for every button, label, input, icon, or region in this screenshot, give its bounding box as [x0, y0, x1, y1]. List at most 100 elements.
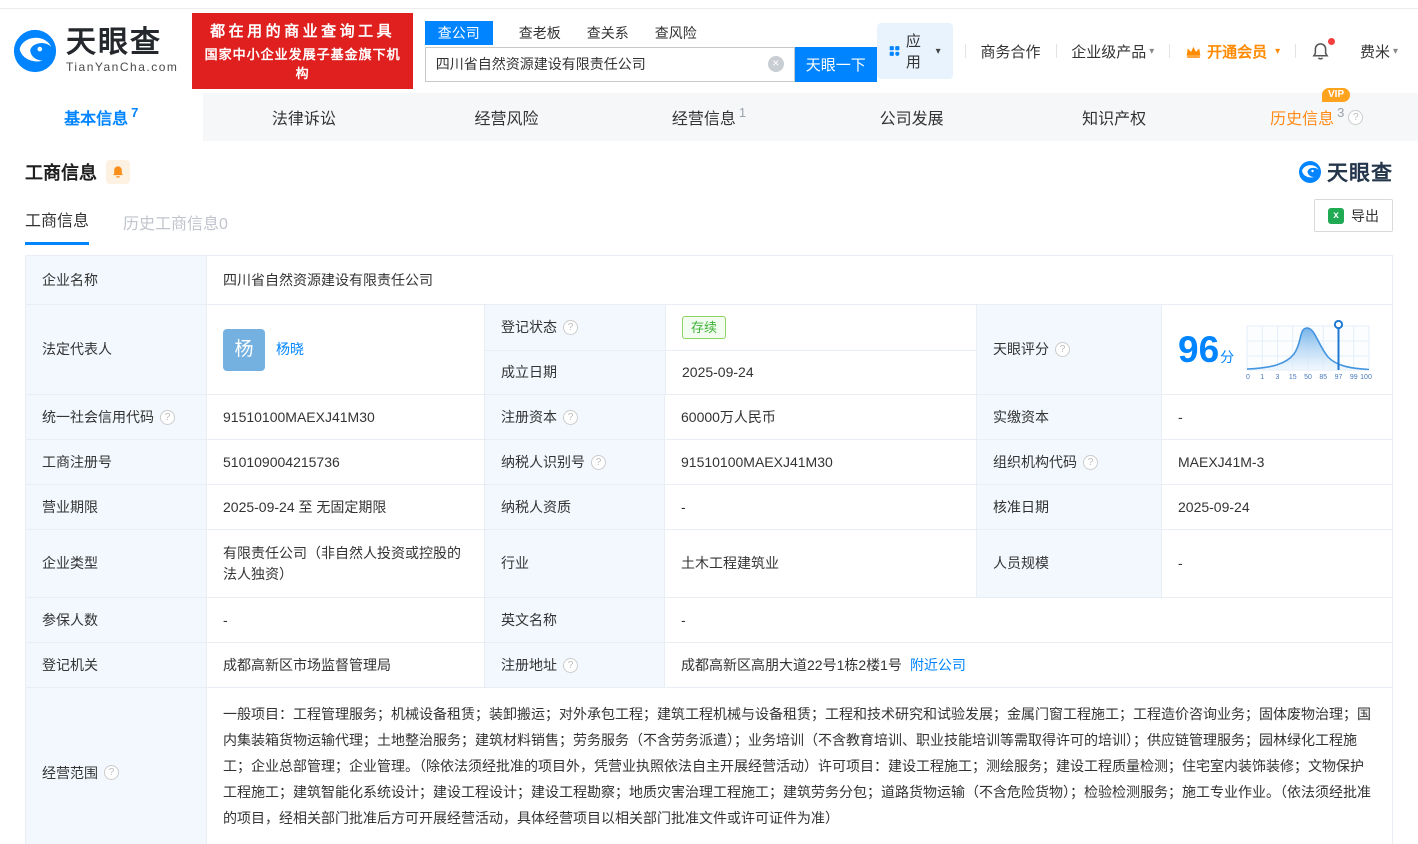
legal-rep-link[interactable]: 杨晓: [276, 339, 304, 360]
field-label: 核准日期: [976, 485, 1161, 529]
field-label: 行业: [484, 530, 664, 597]
help-icon[interactable]: ?: [1055, 342, 1070, 357]
promo-line1: 都在用的商业查询工具: [210, 23, 396, 40]
org-code-value: MAEXJ41M-3: [1161, 440, 1392, 484]
site-header: 天眼查 TianYanCha.com 都在用的商业查询工具 国家中小企业发展子基…: [0, 9, 1418, 93]
help-icon[interactable]: ?: [104, 765, 119, 780]
apps-grid-icon: [889, 46, 900, 56]
monitor-bell-button[interactable]: [106, 160, 130, 184]
help-icon[interactable]: ?: [1348, 109, 1364, 125]
chevron-down-icon: ▾: [1149, 45, 1155, 57]
field-label: 经营范围 ?: [26, 688, 206, 844]
help-icon[interactable]: ?: [591, 454, 606, 470]
avatar[interactable]: 杨: [223, 328, 265, 371]
top-strip: [0, 0, 1418, 9]
chevron-down-icon: ▾: [1392, 45, 1398, 57]
help-icon[interactable]: ?: [160, 409, 175, 425]
table-row: 工商注册号 510109004215736 纳税人识别号 ? 91510100M…: [26, 439, 1392, 484]
field-label: 企业类型: [26, 530, 206, 597]
search-tab-company[interactable]: 查公司: [424, 20, 493, 45]
score-marker-pin: [1334, 319, 1344, 329]
clear-icon[interactable]: ×: [767, 56, 784, 72]
table-row: 企业名称 四川省自然资源建设有限责任公司: [26, 256, 1392, 304]
help-icon[interactable]: ?: [563, 320, 578, 335]
help-icon[interactable]: ?: [563, 657, 578, 673]
business-term-value: 2025-09-24 至 无固定期限: [206, 485, 484, 529]
search-tabs: 查公司 查老板 查关系 查风险: [424, 20, 877, 45]
taxpayer-quality-value: -: [664, 485, 976, 529]
field-label: 营业期限: [26, 485, 206, 529]
promo-banner: 都在用的商业查询工具 国家中小企业发展子基金旗下机构: [192, 13, 413, 89]
apps-label: 应用: [905, 33, 921, 71]
reg-capital-value: 60000万人民币: [664, 395, 976, 439]
tianyancha-eye-icon: [1299, 161, 1321, 183]
company-name-value: 四川省自然资源建设有限责任公司: [206, 256, 1392, 304]
svg-text:15: 15: [1289, 374, 1297, 381]
search-tab-boss[interactable]: 查老板: [519, 23, 561, 43]
field-label: 登记机关: [26, 643, 206, 687]
svg-text:3: 3: [1276, 374, 1280, 381]
export-button[interactable]: x 导出: [1314, 199, 1393, 232]
tab-operation-risk[interactable]: 经营风险: [405, 93, 608, 141]
menu-vip[interactable]: 开通会员 ▾: [1170, 41, 1295, 62]
search-input-box[interactable]: ×: [424, 46, 795, 82]
taxpayer-id-value: 91510100MAEXJ41M30: [664, 440, 976, 484]
notifications-bell[interactable]: [1296, 37, 1345, 61]
table-row: 统一社会信用代码 ? 91510100MAEXJ41M30 注册资本 ? 600…: [26, 394, 1392, 439]
field-label: 天眼评分 ?: [976, 305, 1161, 394]
tab-legal-litigation[interactable]: 法律诉讼: [203, 93, 406, 141]
svg-text:85: 85: [1320, 374, 1328, 381]
vip-badge: VIP: [1322, 88, 1351, 102]
field-label: 纳税人资质: [484, 485, 664, 529]
field-label: 法定代表人: [26, 305, 206, 394]
bell-icon: [1312, 42, 1329, 60]
reg-address-value: 成都高新区高朋大道22号1栋2楼1号 附近公司: [664, 643, 1392, 687]
business-info-table: 企业名称 四川省自然资源建设有限责任公司 法定代表人 杨 杨晓 登记状态 ? 存…: [25, 255, 1393, 844]
score-number: 96: [1178, 329, 1220, 370]
search-area: 查公司 查老板 查关系 查风险 × 天眼一下: [424, 20, 877, 82]
brand-name: 天眼查: [66, 26, 162, 59]
promo-line2: 国家中小企业发展子基金旗下机构: [204, 47, 401, 81]
score-unit: 分: [1220, 349, 1235, 365]
field-label: 注册资本 ?: [484, 395, 664, 439]
field-label: 纳税人识别号 ?: [484, 440, 664, 484]
tab-history-info[interactable]: 历史信息 VIP 3 ?: [1215, 88, 1418, 141]
field-label: 英文名称: [484, 598, 664, 642]
help-icon[interactable]: ?: [563, 409, 578, 425]
subtab-business-info[interactable]: 工商信息: [25, 207, 90, 245]
menu-enterprise[interactable]: 企业级产品 ▾: [1056, 41, 1169, 62]
field-label: 注册地址 ?: [484, 643, 664, 687]
notification-dot: [1327, 37, 1335, 45]
menu-cooperation[interactable]: 商务合作: [965, 41, 1055, 62]
svg-text:50: 50: [1304, 374, 1312, 381]
search-tab-risk[interactable]: 查风险: [655, 23, 697, 43]
search-tab-relation[interactable]: 查关系: [587, 23, 629, 43]
nearby-companies-link[interactable]: 附近公司: [910, 655, 966, 676]
svg-text:100: 100: [1360, 374, 1372, 381]
tab-intellectual-property[interactable]: 知识产权: [1013, 93, 1216, 141]
field-label: 实缴资本: [976, 395, 1161, 439]
apps-menu[interactable]: 应用 ▾: [876, 23, 953, 79]
table-row: 登记机关 成都高新区市场监督管理局 注册地址 ? 成都高新区高朋大道22号1栋2…: [26, 642, 1392, 687]
user-menu[interactable]: 费米 ▾: [1345, 41, 1402, 62]
tab-basic-info[interactable]: 基本信息 7: [0, 93, 203, 141]
field-label: 工商注册号: [26, 440, 206, 484]
reg-number-value: 510109004215736: [206, 440, 484, 484]
subtab-history-business-info[interactable]: 历史工商信息0: [123, 210, 228, 245]
tab-company-development[interactable]: 公司发展: [810, 93, 1013, 141]
chevron-down-icon: ▾: [935, 45, 941, 57]
svg-text:99: 99: [1350, 374, 1358, 381]
tianyancha-logo[interactable]: 天眼查 TianYanCha.com: [12, 28, 178, 74]
search-button[interactable]: 天眼一下: [794, 46, 877, 82]
english-name-value: -: [664, 598, 1392, 642]
tab-operation-info[interactable]: 经营信息 1: [608, 93, 811, 141]
table-row: 营业期限 2025-09-24 至 无固定期限 纳税人资质 - 核准日期 202…: [26, 484, 1392, 529]
approval-date-value: 2025-09-24: [1161, 485, 1392, 529]
field-label: 人员规模: [976, 530, 1161, 597]
company-type-value: 有限责任公司（非自然人投资或控股的法人独资）: [206, 530, 484, 597]
search-input[interactable]: [435, 56, 768, 72]
reg-authority-value: 成都高新区市场监督管理局: [206, 643, 484, 687]
help-icon[interactable]: ?: [1083, 454, 1098, 470]
business-scope-value: 一般项目：工程管理服务；机械设备租赁；装卸搬运；对外承包工程；建筑工程机械与设备…: [206, 688, 1392, 844]
tianyancha-eye-icon: [13, 29, 57, 73]
